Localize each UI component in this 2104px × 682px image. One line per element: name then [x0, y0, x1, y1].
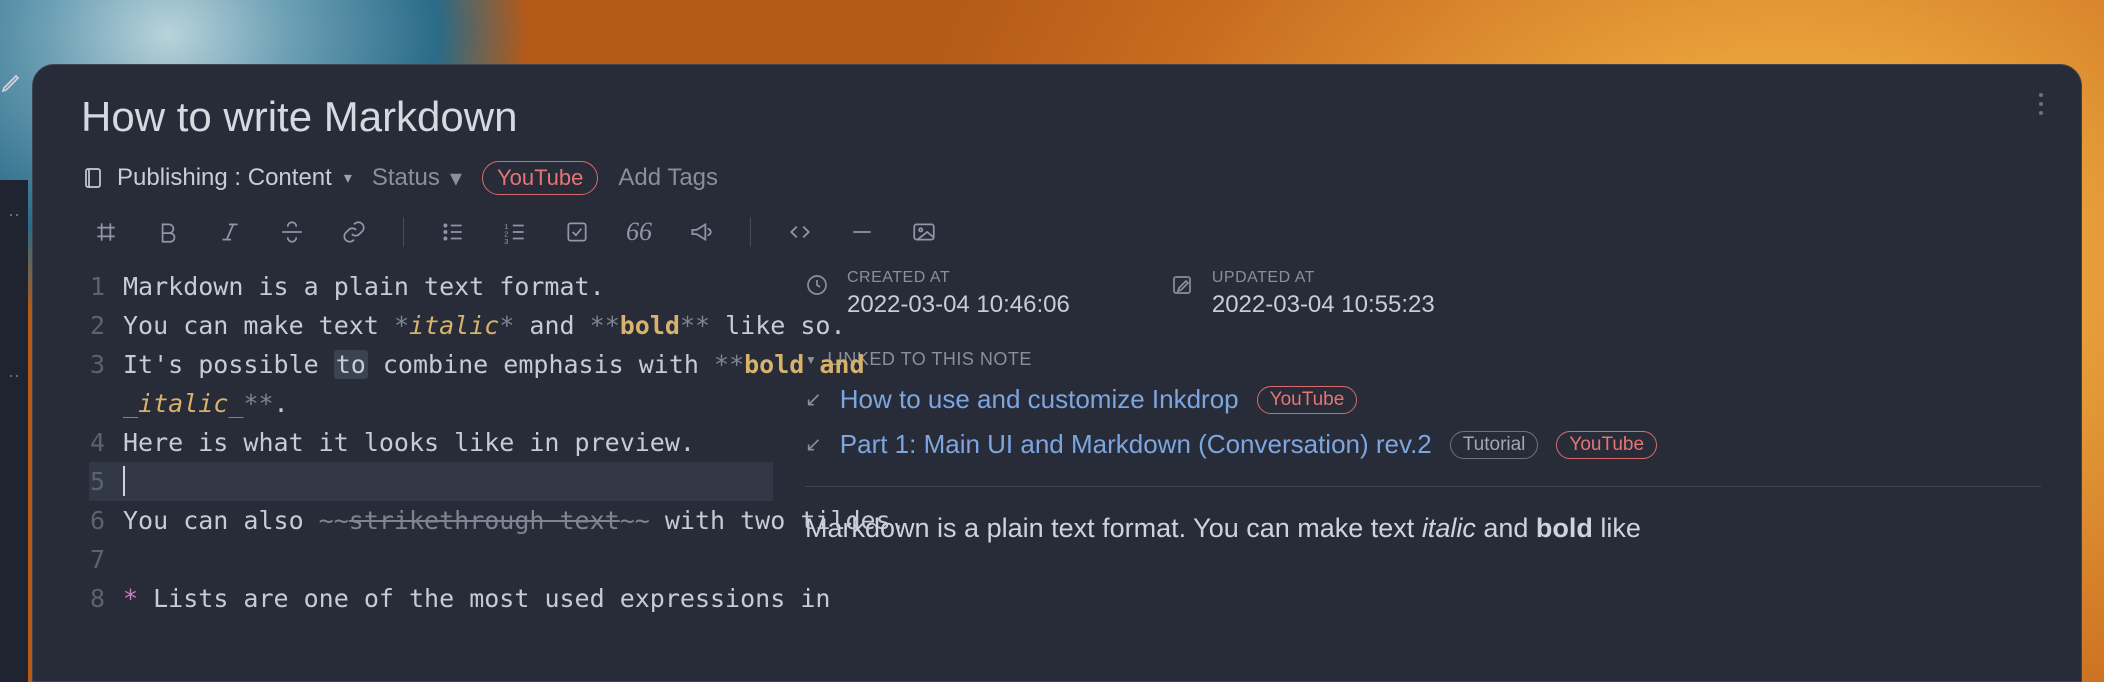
horizontal-rule-button[interactable] — [845, 218, 879, 246]
checklist-button[interactable] — [560, 218, 594, 246]
clock-icon — [805, 273, 829, 302]
updated-at-label: UPDATED AT — [1212, 269, 1435, 287]
content-area: 12345678 Markdown is a plain text format… — [33, 261, 2081, 681]
bold-button[interactable] — [151, 218, 185, 246]
edit-time-icon — [1170, 273, 1194, 302]
markdown-editor[interactable]: 12345678 Markdown is a plain text format… — [33, 261, 773, 681]
image-button[interactable] — [907, 218, 941, 246]
more-menu-button[interactable] — [2039, 93, 2043, 115]
tag-pill[interactable]: Tutorial — [1450, 431, 1539, 459]
chevron-down-icon: ▾ — [450, 164, 462, 193]
note-meta-row: Publishing : Content ▾ Status ▾ YouTube … — [33, 141, 2081, 195]
line-gutter: 12345678 — [33, 261, 117, 681]
editor-toolbar: 123 66 — [33, 195, 2081, 261]
add-tags-button[interactable]: Add Tags — [618, 164, 718, 192]
updated-at: UPDATED AT 2022-03-04 10:55:23 — [1170, 269, 1435, 319]
announce-button[interactable] — [684, 218, 718, 246]
ordered-list-button[interactable]: 123 — [498, 218, 532, 246]
svg-text:3: 3 — [504, 237, 508, 245]
notebook-selector[interactable]: Publishing : Content ▾ — [81, 164, 352, 192]
backlink-arrow-icon: ↙ — [805, 432, 822, 457]
text-cursor — [123, 466, 125, 496]
preview-text: Markdown is a plain text format. You can… — [805, 509, 2041, 548]
heading-button[interactable] — [89, 218, 123, 246]
backlink-arrow-icon: ↙ — [805, 387, 822, 412]
italic-button[interactable] — [213, 218, 247, 246]
note-window: How to write Markdown Publishing : Conte… — [32, 64, 2082, 682]
backlink-link[interactable]: Part 1: Main UI and Markdown (Conversati… — [840, 429, 1432, 460]
timestamps: CREATED AT 2022-03-04 10:46:06 UPDATED A… — [805, 269, 2041, 319]
edit-icon — [0, 70, 20, 110]
chevron-down-icon: ▾ — [344, 168, 352, 188]
divider — [805, 486, 2041, 487]
code-button[interactable] — [783, 218, 817, 246]
rail-indicator-icon: ‥ — [8, 361, 20, 382]
rail-indicator-icon: ‥ — [8, 200, 20, 221]
notebook-path: Publishing : Content — [117, 164, 332, 192]
quote-button[interactable]: 66 — [622, 218, 656, 246]
status-selector[interactable]: Status ▾ — [372, 164, 462, 193]
code-area[interactable]: Markdown is a plain text format.You can … — [123, 261, 773, 681]
unordered-list-button[interactable] — [436, 218, 470, 246]
tag-pill[interactable]: YouTube — [482, 161, 598, 195]
tag-pill[interactable]: YouTube — [1556, 431, 1657, 459]
created-at-value: 2022-03-04 10:46:06 — [847, 291, 1070, 319]
created-at-label: CREATED AT — [847, 269, 1070, 287]
backlink-link[interactable]: How to use and customize Inkdrop — [840, 384, 1239, 415]
notebook-icon — [81, 166, 105, 190]
updated-at-value: 2022-03-04 10:55:23 — [1212, 291, 1435, 319]
backlink-item: ↙ Part 1: Main UI and Markdown (Conversat… — [805, 429, 2041, 460]
note-title[interactable]: How to write Markdown — [33, 65, 2081, 141]
strikethrough-button[interactable] — [275, 218, 309, 246]
backlinks-heading[interactable]: ▼ LINKED TO THIS NOTE — [805, 349, 2041, 370]
left-rail: ‥ ‥ — [0, 180, 28, 682]
status-label: Status — [372, 164, 440, 192]
link-button[interactable] — [337, 218, 371, 246]
backlink-item: ↙ How to use and customize Inkdrop YouTube — [805, 384, 2041, 415]
side-panel: CREATED AT 2022-03-04 10:46:06 UPDATED A… — [773, 261, 2081, 681]
tag-pill[interactable]: YouTube — [1257, 386, 1358, 414]
